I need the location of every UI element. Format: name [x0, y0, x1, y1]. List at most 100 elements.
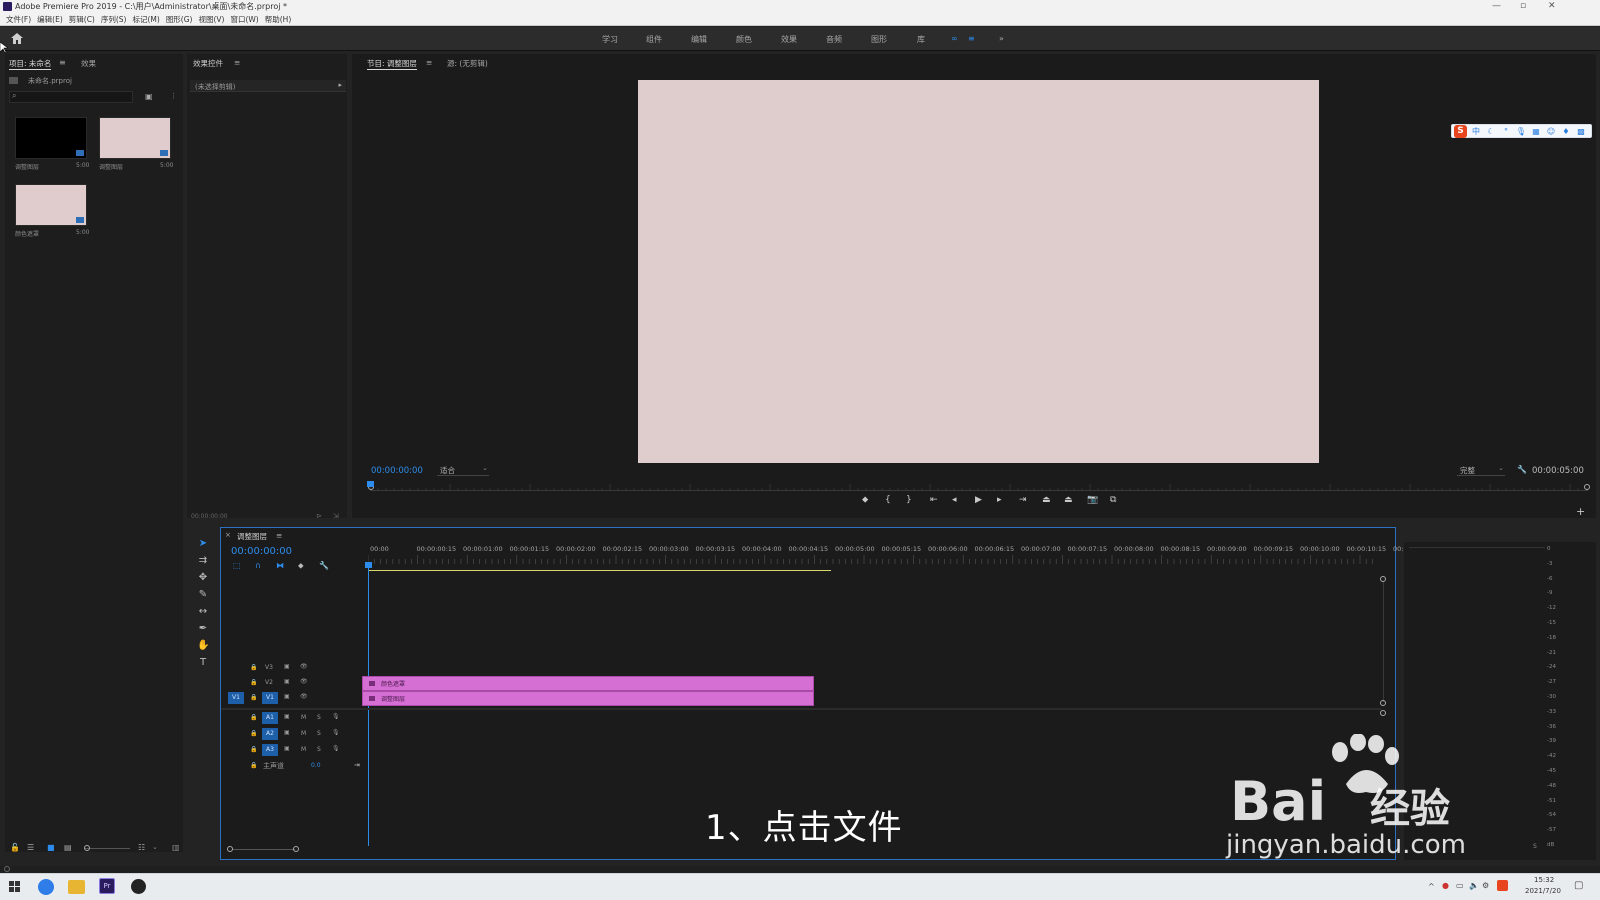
play-icon[interactable]: ▶ — [975, 495, 982, 505]
add-marker-icon[interactable]: ⬥ — [298, 561, 304, 571]
maximize-button[interactable]: ▫ — [1520, 1, 1526, 11]
workspace-assembly[interactable]: 组件 — [646, 34, 662, 45]
source-patch-v1[interactable]: V1 — [228, 692, 244, 704]
grid-icon[interactable]: ▩ — [1575, 126, 1587, 138]
track-label[interactable]: V2 — [265, 679, 273, 686]
work-area-bar[interactable] — [368, 570, 831, 571]
track-select-tool-icon[interactable]: ⇉ — [197, 555, 209, 567]
moon-icon[interactable]: ☾ — [1485, 126, 1497, 138]
mute-button[interactable]: M — [301, 730, 306, 737]
tab-program[interactable]: 节目: 调整图层 — [367, 58, 417, 70]
project-item-thumbnail[interactable] — [15, 117, 87, 159]
freeform-view-icon[interactable]: ▤ — [64, 843, 72, 852]
minimize-button[interactable]: — — [1492, 1, 1501, 11]
pen-tool-icon[interactable]: ✒ — [197, 623, 209, 635]
shirt-icon[interactable]: ♦ — [1560, 126, 1572, 138]
zoom-slider-handle[interactable] — [84, 845, 90, 851]
hand-tool-icon[interactable]: ✋ — [197, 640, 209, 652]
sogou-tray-icon[interactable] — [1497, 880, 1508, 891]
timeline-ruler-ticks[interactable] — [368, 555, 1378, 565]
workspace-learn[interactable]: 学习 — [602, 34, 618, 45]
add-marker-icon[interactable]: ⬥ — [862, 495, 868, 505]
lift-icon[interactable]: ⏏ — [1042, 495, 1051, 505]
step-back-icon[interactable]: ◂ — [952, 495, 957, 505]
project-item-thumbnail[interactable] — [99, 117, 171, 159]
timeline-scroll-right-handle[interactable] — [293, 846, 299, 852]
close-button[interactable]: ✕ — [1548, 1, 1556, 11]
menu-marker[interactable]: 标记(M) — [132, 13, 159, 26]
project-search-input[interactable]: ⌕ — [9, 91, 133, 103]
lock-icon[interactable]: 🔓 — [10, 843, 20, 852]
windows-start-icon[interactable] — [9, 881, 21, 893]
lock-icon[interactable]: 🔒 — [250, 730, 257, 737]
eye-icon[interactable]: 👁 — [300, 678, 308, 685]
workspace-audio[interactable]: 音频 — [826, 34, 842, 45]
nest-icon[interactable]: ⬚ — [233, 561, 241, 570]
track-label[interactable]: A2 — [262, 728, 278, 740]
lock-icon[interactable]: 🔒 — [250, 746, 257, 753]
volume-icon[interactable]: 🔈 — [1469, 881, 1479, 890]
export-frame-icon[interactable]: 📷 — [1087, 495, 1098, 505]
panel-menu-icon[interactable]: ≡ — [426, 58, 432, 67]
new-bin-icon[interactable]: ▣ — [145, 92, 153, 101]
workspace-editing[interactable]: 编辑 — [691, 34, 707, 45]
effect-controls-title[interactable]: 效果控件 — [193, 58, 223, 69]
clip-color-matte[interactable]: 颜色遮罩 — [362, 676, 814, 691]
track-label[interactable]: A1 — [262, 712, 278, 724]
video-vertical-scrollbar[interactable] — [1383, 582, 1384, 702]
sync-lock-icon[interactable]: ▣ — [284, 729, 290, 736]
tab-source[interactable]: 源: (无剪辑) — [447, 58, 488, 69]
app-taskbar-icon[interactable] — [131, 879, 146, 894]
timeline-tab-title[interactable]: 调整图层 — [237, 531, 267, 542]
file-explorer-icon[interactable] — [68, 880, 85, 894]
new-item-icon[interactable]: ⋮ — [170, 92, 177, 100]
user-icon[interactable]: ☺ — [1545, 126, 1557, 138]
sync-lock-icon[interactable]: ▣ — [284, 678, 290, 685]
menu-edit[interactable]: 编辑(E) — [37, 13, 63, 26]
mute-button[interactable]: M — [301, 714, 306, 721]
clip-adjustment-layer[interactable]: 调整图层 — [362, 691, 814, 706]
network-icon[interactable]: ▭ — [1456, 881, 1464, 890]
snap-icon[interactable]: ∩ — [255, 561, 261, 570]
timeline-playhead-handle[interactable] — [365, 562, 372, 568]
track-label[interactable]: V1 — [262, 692, 278, 704]
menu-graphics[interactable]: 图形(G) — [166, 13, 193, 26]
workspace-overflow-icon[interactable]: » — [999, 34, 1004, 43]
program-playhead[interactable] — [367, 481, 374, 487]
comparison-view-icon[interactable]: ⧉ — [1110, 495, 1116, 505]
track-label[interactable]: V3 — [265, 664, 273, 671]
razor-tool-icon[interactable]: ✎ — [197, 589, 209, 601]
mute-button[interactable]: M — [301, 746, 306, 753]
lock-icon[interactable]: 🔒 — [250, 679, 257, 686]
list-view-icon[interactable]: ☰ — [27, 843, 34, 852]
workspace-libraries[interactable]: 库 — [917, 34, 925, 45]
slip-tool-icon[interactable]: ↔ — [197, 606, 209, 618]
menu-help[interactable]: 帮助(H) — [265, 13, 292, 26]
taskbar-date[interactable]: 2021/7/20 — [1525, 887, 1561, 895]
go-to-out-icon[interactable]: ⇥ — [1019, 495, 1027, 505]
workspace-graphics[interactable]: 图形 — [871, 34, 887, 45]
ime-chinese-mode[interactable]: 中 — [1470, 126, 1482, 138]
menu-view[interactable]: 视图(V) — [198, 13, 224, 26]
mark-in-icon[interactable]: { — [885, 495, 891, 505]
master-volume-value[interactable]: 0.0 — [311, 762, 321, 769]
microphone-icon[interactable]: 🎙 — [1515, 126, 1527, 138]
eye-icon[interactable]: 👁 — [300, 693, 308, 700]
quality-dropdown[interactable]: 完整 ⌄ — [1457, 464, 1505, 476]
menu-window[interactable]: 窗口(W) — [230, 13, 258, 26]
extract-icon[interactable]: ⏏ — [1064, 495, 1073, 505]
lock-icon[interactable]: 🔒 — [250, 664, 257, 671]
menu-clip[interactable]: 剪辑(C) — [69, 13, 95, 26]
sync-lock-icon[interactable]: ▣ — [284, 663, 290, 670]
effect-controls-timecode[interactable]: 00:00:00:00 — [191, 513, 228, 520]
chevron-down-icon[interactable]: ⌄ — [152, 843, 158, 851]
filter-icon[interactable]: ⊳ — [316, 512, 322, 520]
sync-lock-icon[interactable]: ▣ — [284, 713, 290, 720]
effect-clip-dropdown[interactable]: (未选择剪辑) ▸ — [190, 80, 346, 92]
punctuation-icon[interactable]: ° — [1500, 126, 1512, 138]
microphone-icon[interactable]: 🎙 — [332, 729, 340, 736]
close-tab-icon[interactable]: × — [225, 531, 231, 539]
tab-project[interactable]: 项目: 未命名 — [9, 58, 52, 70]
video-scroll-bottom-handle[interactable] — [1380, 700, 1386, 706]
taskbar-time[interactable]: 15:32 — [1534, 876, 1554, 884]
